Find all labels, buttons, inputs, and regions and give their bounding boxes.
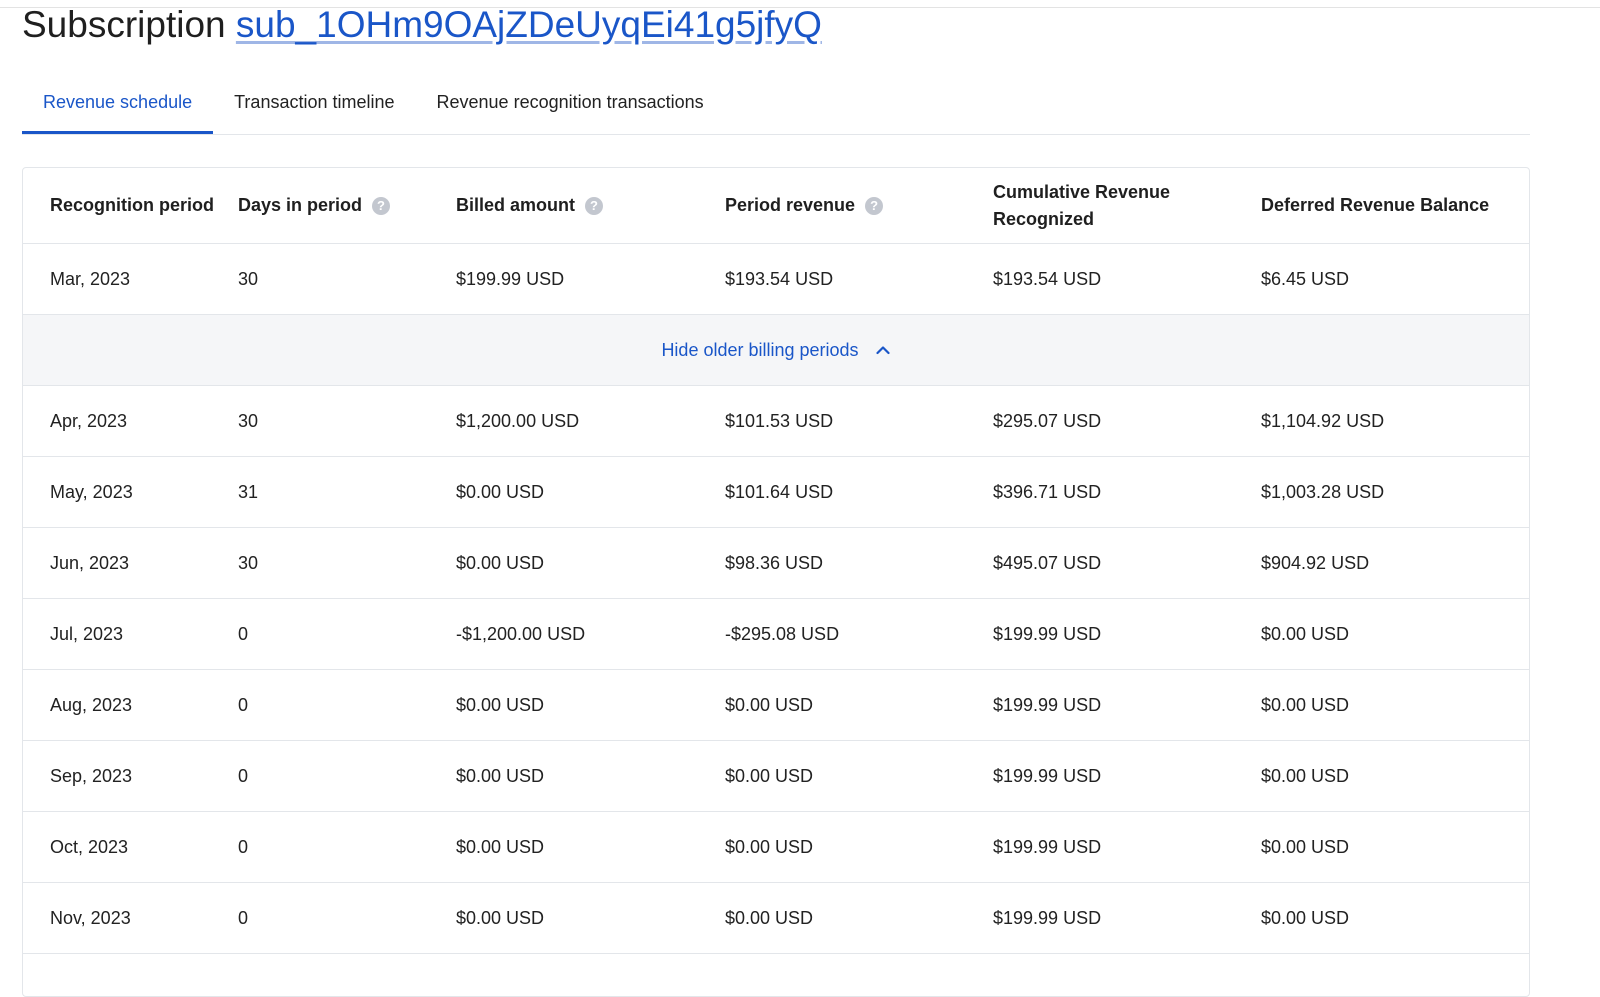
table-body: Apr, 2023 30 $1,200.00 USD $101.53 USD $295.… [23, 386, 1529, 954]
table-row: May, 2023 31 $0.00 USD $101.64 USD $396.71 U… [23, 457, 1529, 528]
tab-revenue-recognition-transactions[interactable]: Revenue recognition transactions [416, 70, 725, 134]
cell-deferred-revenue: $1,003.28 USD [1261, 481, 1385, 502]
cell-period-revenue: $0.00 USD [725, 765, 814, 786]
cell-period-revenue: $193.54 USD [725, 268, 834, 289]
cell-days-in-period: 31 [238, 481, 259, 502]
tab-revenue-schedule[interactable]: Revenue schedule [22, 70, 214, 134]
hide-older-periods-row: Hide older billing periods [23, 315, 1529, 386]
cell-cumulative-revenue: $199.99 USD [993, 907, 1102, 928]
cell-period-revenue: $98.36 USD [725, 552, 824, 573]
cell-days-in-period: 30 [238, 552, 259, 573]
column-header-billed-amount: Billed amount ? [456, 168, 716, 243]
cell-recognition-period: Sep, 2023 [50, 765, 133, 786]
column-header-label: Period revenue [725, 195, 856, 215]
cell-cumulative-revenue: $396.71 USD [993, 481, 1102, 502]
cell-cumulative-revenue: $199.99 USD [993, 765, 1102, 786]
cell-days-in-period: 0 [238, 623, 249, 644]
page-title-label: Subscription [22, 4, 226, 45]
table-row: Apr, 2023 30 $1,200.00 USD $101.53 USD $295.… [23, 386, 1529, 457]
cell-billed-amount: $0.00 USD [456, 552, 545, 573]
cell-billed-amount: -$1,200.00 USD [456, 623, 586, 644]
cell-period-revenue: -$295.08 USD [725, 623, 840, 644]
cell-deferred-revenue: $0.00 USD [1261, 836, 1350, 857]
help-icon[interactable]: ? [865, 196, 884, 215]
table-row: Nov, 2023 0 $0.00 USD $0.00 USD $199.99 USD $… [23, 883, 1529, 954]
subscription-id-link[interactable]: sub_1OHm9OAjZDeUyqEi41g5jfyQ [236, 4, 822, 45]
cell-days-in-period: 0 [238, 907, 249, 928]
cell-deferred-revenue: $0.00 USD [1261, 907, 1350, 928]
cell-recognition-period: Oct, 2023 [50, 836, 129, 857]
table-row: Sep, 2023 0 $0.00 USD $0.00 USD $199.99 USD $… [23, 741, 1529, 812]
cell-period-revenue: $0.00 USD [725, 694, 814, 715]
cell-cumulative-revenue: $199.99 USD [993, 694, 1102, 715]
table-row: Mar, 2023 30 $199.99 USD $193.54 USD $19… [23, 244, 1529, 315]
cell-period-revenue: $0.00 USD [725, 907, 814, 928]
cell-days-in-period: 0 [238, 694, 249, 715]
cell-days-in-period: 30 [238, 410, 259, 431]
help-icon[interactable]: ? [372, 196, 391, 215]
cell-billed-amount: $0.00 USD [456, 836, 545, 857]
revenue-schedule-table: Recognition period Days in period ? Bill… [22, 167, 1530, 997]
cell-period-revenue: $101.64 USD [725, 481, 834, 502]
column-header-label: Billed amount [456, 195, 576, 215]
cell-deferred-revenue: $0.00 USD [1261, 765, 1350, 786]
column-header-cumulative-revenue: Cumulative Revenue Recognized [993, 168, 1223, 243]
tab-bar: Revenue schedule Transaction timeline Re… [22, 70, 1530, 135]
cell-billed-amount: $0.00 USD [456, 765, 545, 786]
cell-deferred-revenue: $0.00 USD [1261, 694, 1350, 715]
cell-cumulative-revenue: $199.99 USD [993, 623, 1102, 644]
cell-recognition-period: Apr, 2023 [50, 410, 128, 431]
cell-recognition-period: May, 2023 [50, 481, 133, 502]
cell-cumulative-revenue: $295.07 USD [993, 410, 1102, 431]
column-header-days-in-period: Days in period ? [238, 168, 448, 243]
table-row: Jul, 2023 0 -$1,200.00 USD -$295.08 USD $199… [23, 599, 1529, 670]
cell-period-revenue: $0.00 USD [725, 836, 814, 857]
table-row: Oct, 2023 0 $0.00 USD $0.00 USD $199.99 USD $… [23, 812, 1529, 883]
cell-period-revenue: $101.53 USD [725, 410, 834, 431]
cell-recognition-period: Jul, 2023 [50, 623, 124, 644]
cell-deferred-revenue: $6.45 USD [1261, 268, 1350, 289]
column-header-recognition-period: Recognition period [50, 168, 235, 243]
hide-older-periods-button[interactable]: Hide older billing periods [23, 315, 1529, 385]
cell-recognition-period: Mar, 2023 [50, 268, 131, 289]
cell-deferred-revenue: $904.92 USD [1261, 552, 1370, 573]
column-header-deferred-revenue: Deferred Revenue Balance [1261, 168, 1521, 243]
cell-recognition-period: Jun, 2023 [50, 552, 130, 573]
cell-recognition-period: Aug, 2023 [50, 694, 133, 715]
cell-cumulative-revenue: $495.07 USD [993, 552, 1102, 573]
tab-transaction-timeline[interactable]: Transaction timeline [213, 70, 415, 134]
cell-days-in-period: 0 [238, 836, 249, 857]
cell-billed-amount: $199.99 USD [456, 268, 565, 289]
page-title: Subscription sub_1OHm9OAjZDeUyqEi41g5jfy… [22, 2, 822, 48]
hide-older-periods-label: Hide older billing periods [661, 339, 859, 360]
column-header-period-revenue: Period revenue ? [725, 168, 985, 243]
column-header-label: Recognition period [50, 195, 214, 215]
cell-cumulative-revenue: $199.99 USD [993, 836, 1102, 857]
cell-billed-amount: $1,200.00 USD [456, 410, 580, 431]
column-header-label: Days in period [238, 195, 363, 215]
table-header-row: Recognition period Days in period ? Bill… [23, 168, 1529, 244]
column-header-label: Deferred Revenue Balance [1261, 195, 1490, 215]
cell-recognition-period: Nov, 2023 [50, 907, 131, 928]
cell-billed-amount: $0.00 USD [456, 694, 545, 715]
column-header-label: Cumulative Revenue Recognized [993, 181, 1171, 229]
cell-billed-amount: $0.00 USD [456, 907, 545, 928]
chevron-up-icon [875, 346, 890, 355]
help-icon[interactable]: ? [585, 196, 604, 215]
cell-deferred-revenue: $0.00 USD [1261, 623, 1350, 644]
table-row: Aug, 2023 0 $0.00 USD $0.00 USD $199.99 USD $… [23, 670, 1529, 741]
table-row: Jun, 2023 30 $0.00 USD $98.36 USD $495.07 US… [23, 528, 1529, 599]
cell-cumulative-revenue: $193.54 USD [993, 268, 1102, 289]
cell-billed-amount: $0.00 USD [456, 481, 545, 502]
cell-deferred-revenue: $1,104.92 USD [1261, 410, 1385, 431]
cell-days-in-period: 30 [238, 268, 259, 289]
cell-days-in-period: 0 [238, 765, 249, 786]
